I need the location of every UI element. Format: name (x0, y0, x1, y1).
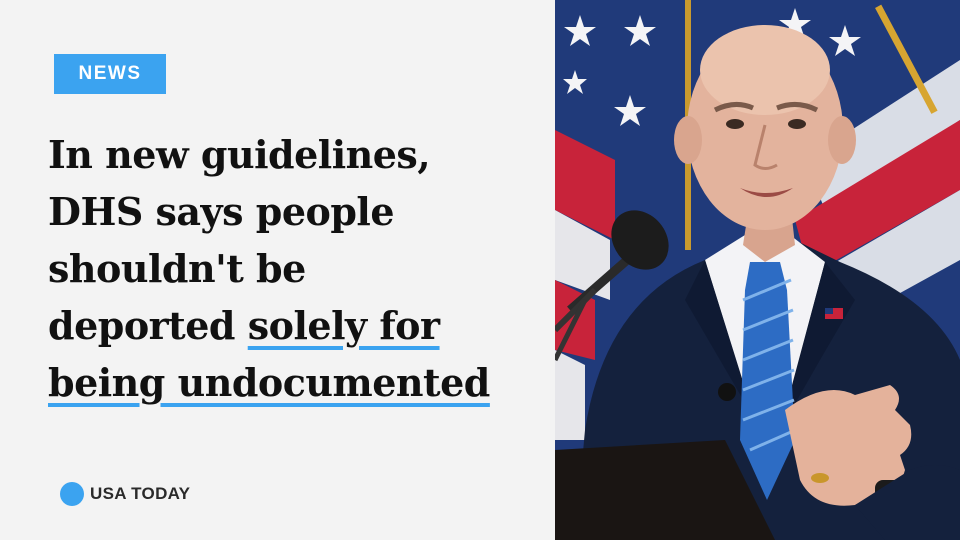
headline-line-2: DHS says people (48, 189, 395, 234)
ear-left (674, 116, 702, 164)
brand-logo: USA TODAY (60, 482, 190, 506)
headline-line-1: In new guidelines, (48, 132, 431, 177)
speaker-photo-illustration (555, 0, 960, 540)
text-panel: NEWS In new guidelines, DHS says people … (0, 0, 555, 540)
news-badge: NEWS (54, 54, 166, 94)
headline: In new guidelines, DHS says people shoul… (48, 126, 548, 411)
headline-line-4-text: deported (48, 303, 248, 348)
headline-line-3: shouldn't be (48, 246, 306, 291)
head-top (700, 25, 830, 115)
lapel-mic-icon (718, 383, 736, 401)
headline-highlight-2: being undocumented (48, 360, 490, 405)
eye-left (726, 119, 744, 129)
headline-highlight-1: solely for (247, 303, 440, 348)
brand-name: USA TODAY (90, 484, 191, 503)
headline-line-4: deported solely for (48, 297, 548, 354)
speaker-photo (555, 0, 960, 540)
news-badge-label: NEWS (78, 63, 142, 84)
ear-right (828, 116, 856, 164)
eye-right (788, 119, 806, 129)
headline-line-5: being undocumented (48, 354, 548, 411)
ring-icon (811, 473, 829, 483)
news-card: NEWS In new guidelines, DHS says people … (0, 0, 960, 540)
usa-today-dot-icon (60, 482, 84, 506)
